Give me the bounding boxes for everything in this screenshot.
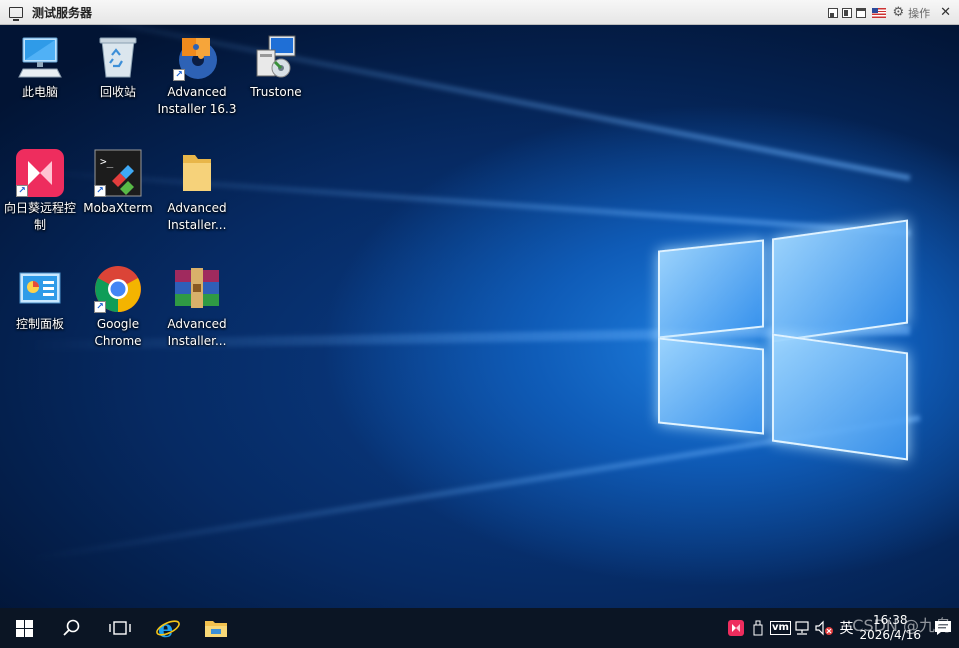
search-button[interactable] bbox=[48, 608, 96, 648]
window-title: 测试服务器 bbox=[32, 5, 93, 20]
usb-drive-icon bbox=[753, 620, 763, 636]
desktop-icon-trustone[interactable]: Trustone bbox=[236, 33, 316, 101]
icon-label: 此电脑 bbox=[21, 85, 58, 99]
mobaxterm-icon: >_ ↗ bbox=[94, 149, 142, 197]
network-icon bbox=[795, 621, 810, 635]
titlebar-controls: ⚙ 操作 ✕ bbox=[828, 0, 951, 25]
icon-label: Google Chrome bbox=[94, 317, 142, 348]
sunlogin-icon bbox=[728, 620, 745, 636]
task-view-icon bbox=[109, 621, 131, 635]
actions-menu[interactable]: 操作 bbox=[908, 5, 930, 21]
windows-wallpaper-logo bbox=[655, 213, 911, 469]
remote-desktop-icon bbox=[9, 6, 23, 21]
icon-label: 向日葵远程控 制 bbox=[3, 201, 76, 232]
tray-vmware[interactable]: vm bbox=[769, 608, 791, 648]
window-titlebar[interactable]: 测试服务器 ⚙ 操作 ✕ bbox=[0, 0, 959, 25]
file-explorer-icon bbox=[205, 621, 227, 637]
winrar-archive-icon bbox=[173, 265, 221, 313]
computer-icon bbox=[16, 33, 64, 81]
icon-label: Advanced Installer... bbox=[167, 317, 227, 348]
language-flag-icon[interactable] bbox=[872, 7, 887, 18]
svg-text:>_: >_ bbox=[100, 155, 114, 168]
shortcut-arrow-icon: ↗ bbox=[173, 69, 185, 81]
internet-explorer-button[interactable]: e bbox=[144, 608, 192, 648]
shortcut-arrow-icon: ↗ bbox=[16, 185, 28, 197]
icon-label: Trustone bbox=[250, 85, 302, 99]
shortcut-arrow-icon: ↗ bbox=[94, 301, 106, 313]
desktop-icon-advanced-installer-archive[interactable]: Advanced Installer... bbox=[157, 265, 237, 350]
icon-label: 控制面板 bbox=[15, 317, 64, 331]
gear-icon[interactable]: ⚙ bbox=[892, 6, 904, 19]
taskbar: e vm 英 16:38 2026/4/16 bbox=[0, 608, 959, 648]
icon-label: Advanced Installer... bbox=[167, 201, 227, 232]
icon-label: 回收站 bbox=[99, 85, 136, 99]
clock[interactable]: 16:38 2026/4/16 bbox=[859, 613, 921, 643]
start-button[interactable] bbox=[0, 608, 48, 648]
desktop-icon-google-chrome[interactable]: ↗ Google Chrome bbox=[78, 265, 158, 350]
tray-network[interactable] bbox=[791, 608, 813, 648]
start-icon bbox=[15, 619, 33, 637]
system-tray: vm 英 16:38 2026/4/16 bbox=[725, 608, 959, 648]
layout-full-icon[interactable] bbox=[856, 7, 867, 18]
input-method-indicator[interactable]: 英 bbox=[839, 618, 853, 638]
shortcut-arrow-icon: ↗ bbox=[94, 185, 106, 197]
layout-split-icon[interactable] bbox=[842, 7, 853, 18]
close-icon[interactable]: ✕ bbox=[940, 5, 951, 20]
internet-explorer-icon: e bbox=[156, 615, 180, 641]
desktop-icon-advanced-installer-folder[interactable]: Advanced Installer... bbox=[157, 149, 237, 234]
layout-small-icon[interactable] bbox=[828, 7, 839, 18]
folder-icon bbox=[173, 149, 221, 197]
notification-icon bbox=[935, 621, 951, 635]
task-view-button[interactable] bbox=[96, 608, 144, 648]
icon-label: Advanced Installer 16.3 bbox=[157, 85, 237, 116]
clock-time: 16:38 bbox=[872, 613, 908, 627]
control-panel-icon bbox=[16, 265, 64, 313]
sunlogin-icon: ↗ bbox=[16, 149, 64, 197]
tray-usb[interactable] bbox=[747, 608, 769, 648]
search-icon bbox=[63, 619, 80, 636]
tray-volume[interactable] bbox=[813, 608, 835, 648]
icon-label: MobaXterm bbox=[83, 201, 153, 215]
desktop-icon-sunlogin[interactable]: ↗ 向日葵远程控 制 bbox=[0, 149, 80, 234]
desktop-icon-control-panel[interactable]: 控制面板 bbox=[0, 265, 80, 333]
tray-sunlogin[interactable] bbox=[725, 608, 747, 648]
recycle-bin-icon bbox=[94, 33, 142, 81]
desktop-icon-recycle-bin[interactable]: 回收站 bbox=[78, 33, 158, 101]
desktop[interactable]: 此电脑 回收站 ↗ Advanced Installer 16.3 Trusto… bbox=[0, 25, 959, 608]
desktop-icon-advanced-installer[interactable]: ↗ Advanced Installer 16.3 bbox=[157, 33, 237, 118]
file-explorer-button[interactable] bbox=[192, 608, 240, 648]
vmware-icon: vm bbox=[769, 621, 791, 635]
chrome-icon: ↗ bbox=[94, 265, 142, 313]
installer-package-icon bbox=[252, 33, 300, 81]
clock-date: 2026/4/16 bbox=[859, 628, 921, 642]
desktop-icon-this-pc[interactable]: 此电脑 bbox=[0, 33, 80, 101]
action-center-button[interactable] bbox=[927, 608, 959, 648]
advanced-installer-icon: ↗ bbox=[173, 33, 221, 81]
speaker-muted-icon bbox=[815, 620, 834, 636]
desktop-icon-mobaxterm[interactable]: >_ ↗ MobaXterm bbox=[78, 149, 158, 217]
